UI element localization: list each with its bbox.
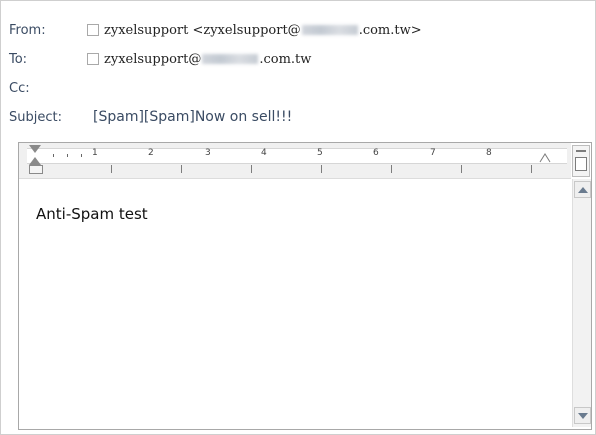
subject-value: [Spam][Spam]Now on sell!!! — [93, 109, 293, 125]
ruler-number: 3 — [205, 148, 211, 158]
message-body[interactable]: Anti-Spam test — [36, 205, 148, 223]
ruler-toggle-icon — [576, 150, 586, 152]
tab-stop — [461, 165, 462, 173]
ruler-number: 2 — [148, 148, 154, 158]
tab-stop — [181, 165, 182, 173]
ruler-number: 4 — [261, 148, 267, 158]
cc-label: Cc: — [9, 80, 30, 96]
to-address[interactable]: zyxelsupport@ .com.tw — [87, 52, 311, 67]
tab-stop — [111, 165, 112, 173]
ruler-number: 7 — [430, 148, 436, 158]
arrow-down-icon — [577, 412, 588, 419]
from-row: From: zyxelsupport <zyxelsupport@ .com.t… — [9, 19, 422, 41]
tab-stop — [531, 165, 532, 173]
subject-row: Subject: [Spam][Spam]Now on sell!!! — [9, 106, 292, 128]
vertical-scrollbar[interactable] — [572, 179, 591, 427]
scroll-down-button[interactable] — [574, 407, 591, 424]
ruler-tick — [81, 154, 82, 157]
mail-window: From: zyxelsupport <zyxelsupport@ .com.t… — [0, 0, 596, 435]
right-indent-marker-icon — [539, 153, 551, 163]
ruler-tick — [53, 154, 54, 157]
contact-checkbox-icon — [87, 24, 99, 36]
to-address-prefix: zyxelsupport@ — [104, 51, 202, 67]
ruler-page-icon — [575, 157, 587, 171]
redacted-domain — [202, 54, 259, 64]
to-row: To: zyxelsupport@ .com.tw — [9, 48, 311, 70]
to-label: To: — [9, 51, 28, 67]
contact-checkbox-icon — [87, 53, 99, 65]
message-header: From: zyxelsupport <zyxelsupport@ .com.t… — [1, 1, 595, 141]
subject-label: Subject: — [9, 109, 62, 125]
ruler-number: 5 — [317, 148, 323, 158]
redacted-domain — [301, 25, 358, 35]
tab-stop — [321, 165, 322, 173]
from-label: From: — [9, 22, 46, 38]
message-editor: 1 2 3 4 5 6 7 8 Anti-Spam test — [18, 142, 592, 430]
ruler[interactable]: 1 2 3 4 5 6 7 8 — [19, 143, 571, 179]
to-address-suffix: .com.tw — [259, 51, 312, 67]
right-indent-marker-icon[interactable] — [539, 148, 551, 163]
ruler-number: 8 — [486, 148, 492, 158]
tab-stop — [251, 165, 252, 173]
from-address[interactable]: zyxelsupport <zyxelsupport@ .com.tw> — [87, 23, 422, 38]
scroll-up-button[interactable] — [574, 181, 591, 198]
hanging-indent-marker[interactable] — [29, 157, 41, 165]
cc-row: Cc: — [9, 77, 87, 99]
first-line-indent-marker[interactable] — [29, 145, 41, 153]
ruler-toggle-button[interactable] — [572, 145, 590, 177]
from-address-prefix: zyxelsupport <zyxelsupport@ — [104, 22, 301, 38]
arrow-up-icon — [577, 186, 588, 193]
ruler-tick — [67, 154, 68, 157]
ruler-number: 1 — [92, 148, 98, 158]
tab-stop — [391, 165, 392, 173]
from-address-suffix: .com.tw> — [358, 22, 422, 38]
left-indent-marker[interactable] — [29, 165, 43, 174]
ruler-number: 6 — [373, 148, 379, 158]
